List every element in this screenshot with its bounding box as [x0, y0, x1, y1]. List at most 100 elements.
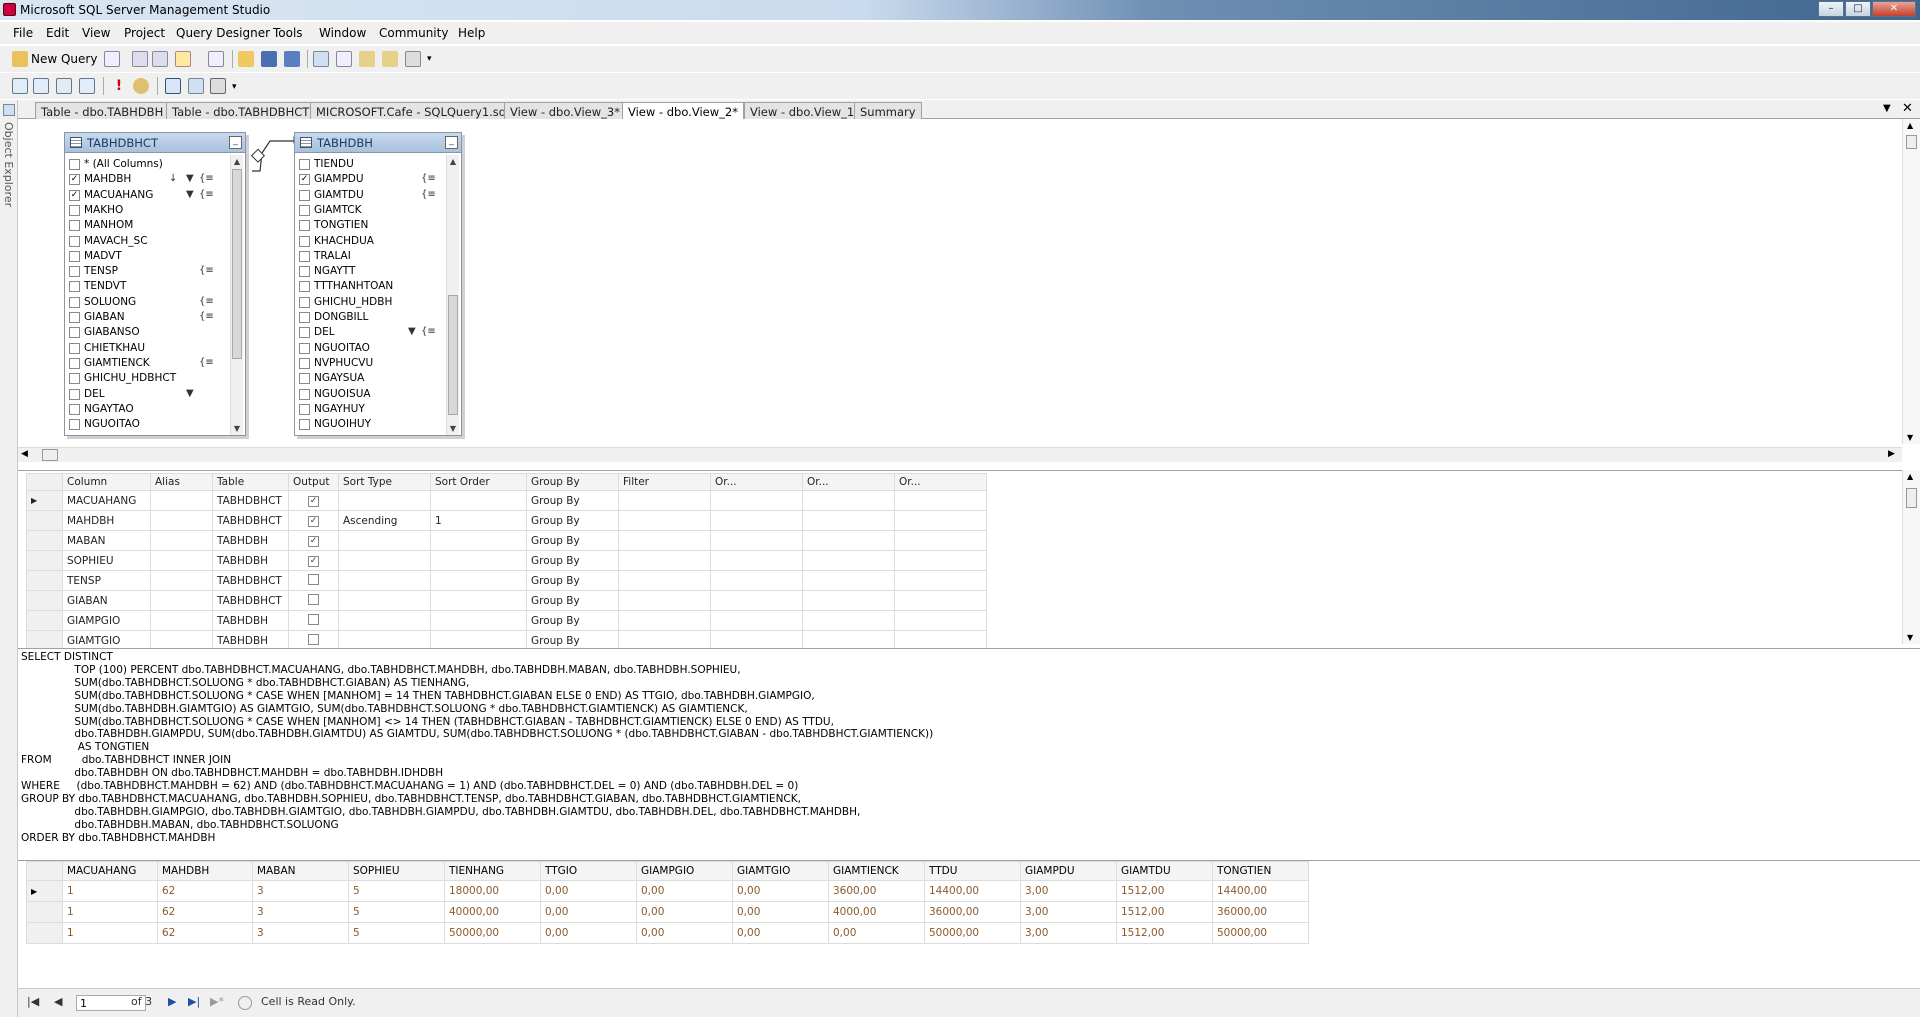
criteria-alias-cell[interactable] — [150, 590, 213, 611]
object-explorer-icon[interactable] — [336, 51, 352, 67]
add-table-icon[interactable] — [188, 78, 204, 94]
criteria-or-cell[interactable] — [710, 570, 803, 591]
row-selector[interactable] — [26, 610, 63, 631]
result-cell[interactable]: 3 — [252, 901, 349, 923]
result-cell[interactable]: 40000,00 — [444, 901, 541, 923]
criteria-column-cell[interactable]: MACUAHANG — [62, 490, 151, 511]
column-checkbox[interactable] — [69, 342, 80, 354]
column-checkbox[interactable]: ✓ — [69, 189, 80, 201]
properties-icon[interactable] — [405, 51, 421, 67]
result-cell[interactable]: 62 — [157, 880, 253, 902]
criteria-sort-type-cell[interactable] — [338, 610, 431, 631]
minimize-button[interactable]: – — [1818, 1, 1844, 17]
result-cell[interactable]: 3,00 — [1020, 880, 1117, 902]
column-checkbox[interactable] — [69, 419, 80, 431]
criteria-output-cell[interactable] — [288, 610, 339, 631]
tab-view-2[interactable]: View - dbo.View_2* — [622, 102, 744, 120]
result-cell[interactable]: 50000,00 — [444, 922, 541, 944]
result-cell[interactable]: 0,00 — [732, 880, 829, 902]
row-selector[interactable] — [26, 550, 63, 571]
menu-project[interactable]: Project — [124, 26, 165, 40]
column-checkbox[interactable] — [69, 266, 80, 278]
criteria-sort-order-cell[interactable]: 1 — [430, 510, 527, 531]
result-cell[interactable]: 36000,00 — [1212, 901, 1309, 923]
result-cell[interactable]: 0,00 — [636, 901, 733, 923]
criteria-or-cell[interactable] — [894, 510, 987, 531]
result-cell[interactable]: 5 — [348, 880, 445, 902]
column-checkbox[interactable] — [299, 281, 310, 293]
criteria-or-cell[interactable] — [802, 550, 895, 571]
criteria-table-cell[interactable]: TABHDBH — [212, 550, 289, 571]
criteria-filter-cell[interactable] — [618, 490, 711, 511]
menu-community[interactable]: Community — [379, 26, 448, 40]
column-checkbox[interactable] — [69, 357, 80, 369]
column-checkbox[interactable] — [69, 312, 80, 323]
result-cell[interactable]: 0,00 — [540, 880, 637, 902]
show-sql-pane-icon[interactable] — [56, 78, 72, 94]
result-cell[interactable]: 5 — [348, 922, 445, 944]
result-cell[interactable]: 3 — [252, 880, 349, 902]
result-cell[interactable]: 1 — [62, 880, 158, 902]
criteria-alias-cell[interactable] — [150, 530, 213, 551]
criteria-filter-cell[interactable] — [618, 610, 711, 631]
criteria-or-cell[interactable] — [802, 490, 895, 511]
tab-view-3[interactable]: View - dbo.View_3* — [504, 102, 626, 119]
column-checkbox[interactable] — [299, 327, 310, 339]
tab-table-tabhdbhct[interactable]: Table - dbo.TABHDBHCT — [166, 102, 316, 119]
criteria-or-cell[interactable] — [894, 490, 987, 511]
criteria-or-cell[interactable] — [802, 590, 895, 611]
criteria-sort-type-cell[interactable] — [338, 590, 431, 611]
scroll-up-icon[interactable]: ▲ — [231, 155, 243, 168]
table-card-tabhdbhct[interactable]: TABHDBHCT _ * (All Columns) ✓ MAHDBH ↓ ▼ {≡ ✓ M… — [64, 132, 246, 436]
column-checkbox[interactable] — [299, 204, 310, 216]
criteria-alias-cell[interactable] — [150, 570, 213, 591]
result-cell[interactable]: 18000,00 — [444, 880, 541, 902]
column-checkbox[interactable] — [299, 403, 310, 415]
diagram-vertical-scrollbar[interactable]: ▲ ▼ — [1902, 119, 1920, 444]
column-checkbox[interactable]: ✓ — [69, 174, 80, 186]
menu-tools[interactable]: Tools — [273, 26, 303, 40]
criteria-output-cell[interactable]: ✓ — [288, 530, 339, 551]
criteria-column-cell[interactable]: TENSP — [62, 570, 151, 591]
table-scrollbar[interactable]: ▲ ▼ — [446, 155, 459, 435]
result-cell[interactable]: 4000,00 — [828, 901, 925, 923]
show-criteria-pane-icon[interactable] — [33, 78, 49, 94]
object-explorer-rail[interactable]: Object Explorer — [0, 100, 18, 1017]
criteria-column-cell[interactable]: MABAN — [62, 530, 151, 551]
criteria-group-by-cell[interactable]: Group By — [526, 510, 619, 531]
column-checkbox[interactable] — [299, 357, 310, 369]
criteria-or-cell[interactable] — [710, 490, 803, 511]
column-checkbox[interactable]: ✓ — [299, 174, 310, 186]
result-row[interactable]: ▶ 1 62 3 5 18000,00 0,00 0,00 0,00 3600,00 14400,0… — [26, 880, 1309, 902]
result-cell[interactable]: 50000,00 — [1212, 922, 1309, 944]
criteria-or-cell[interactable] — [894, 550, 987, 571]
verify-sql-icon[interactable] — [133, 78, 149, 94]
template-explorer-icon[interactable] — [359, 51, 375, 67]
criteria-alias-cell[interactable] — [150, 550, 213, 571]
show-diagram-pane-icon[interactable] — [12, 78, 28, 94]
criteria-row[interactable]: MAHDBH TABHDBHCT ✓ Ascending 1 Group By — [26, 510, 987, 531]
save-icon[interactable] — [261, 51, 277, 67]
criteria-row[interactable]: GIABAN TABHDBHCT Group By — [26, 590, 987, 611]
criteria-sort-order-cell[interactable] — [430, 590, 527, 611]
result-cell[interactable]: 0,00 — [828, 922, 925, 944]
result-cell[interactable]: 1512,00 — [1116, 901, 1213, 923]
result-cell[interactable]: 3 — [252, 922, 349, 944]
row-selector[interactable] — [26, 530, 63, 551]
stop-icon[interactable] — [238, 996, 252, 1010]
menu-view[interactable]: View — [82, 26, 110, 40]
output-checkbox[interactable] — [308, 573, 319, 585]
toolbar-overflow-icon[interactable]: ▾ — [232, 82, 237, 92]
scroll-thumb[interactable] — [232, 169, 242, 359]
criteria-filter-cell[interactable] — [618, 510, 711, 531]
column-checkbox[interactable] — [69, 373, 80, 385]
criteria-sort-type-cell[interactable] — [338, 570, 431, 591]
scroll-down-icon[interactable]: ▼ — [1907, 633, 1913, 642]
column-checkbox[interactable] — [299, 159, 310, 170]
diagram-horizontal-scrollbar[interactable]: ◀ ▶ — [18, 447, 1902, 462]
result-row[interactable]: 1 62 3 5 50000,00 0,00 0,00 0,00 0,00 50000,00 3,0… — [26, 922, 1309, 944]
criteria-sort-order-cell[interactable] — [430, 570, 527, 591]
output-checkbox[interactable] — [308, 613, 319, 625]
scroll-up-icon[interactable]: ▲ — [1907, 121, 1913, 130]
row-selector[interactable]: ▶ — [26, 880, 63, 902]
